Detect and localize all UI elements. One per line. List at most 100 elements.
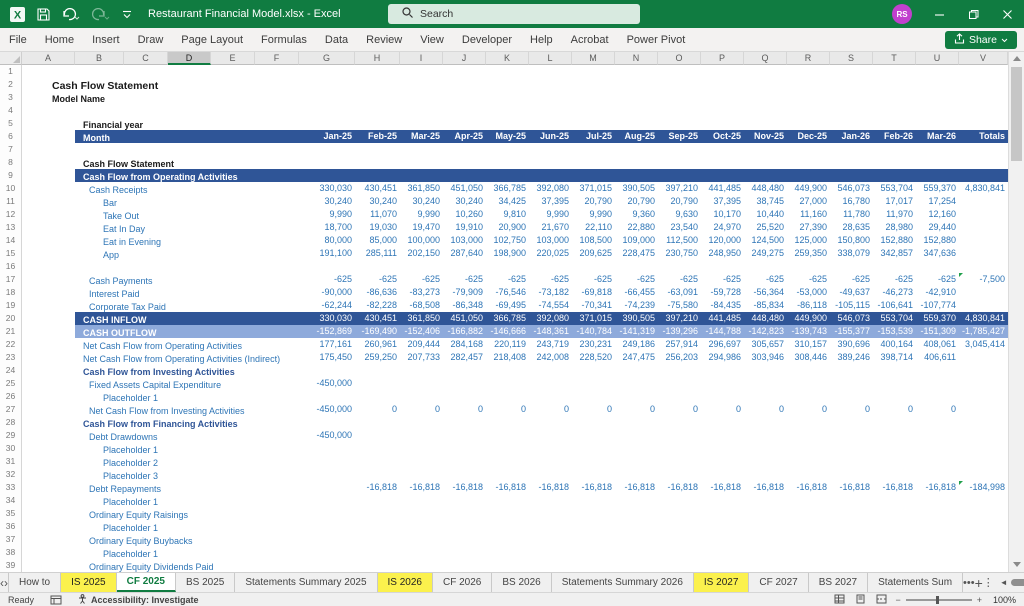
cell[interactable]: -16,818 — [658, 481, 701, 494]
cell[interactable] — [529, 91, 572, 104]
cell[interactable]: 21,670 — [529, 221, 572, 234]
cell[interactable] — [355, 507, 400, 520]
cell[interactable] — [701, 416, 744, 429]
cell[interactable]: 546,073 — [830, 312, 873, 325]
cell[interactable] — [787, 468, 830, 481]
cell[interactable]: -82,228 — [355, 299, 400, 312]
cell[interactable]: -625 — [299, 273, 355, 286]
cell[interactable]: 247,475 — [615, 351, 658, 364]
cell[interactable]: -16,818 — [486, 481, 529, 494]
cell[interactable]: Placeholder 2 — [22, 455, 299, 468]
cell[interactable] — [615, 91, 658, 104]
cell[interactable]: 0 — [873, 403, 916, 416]
cell[interactable] — [355, 169, 400, 182]
cell[interactable]: 296,697 — [701, 338, 744, 351]
cell[interactable]: -49,637 — [830, 286, 873, 299]
row-header[interactable]: 23 — [0, 351, 22, 364]
cell[interactable] — [529, 156, 572, 169]
cell[interactable] — [572, 533, 615, 546]
cell[interactable]: 150,800 — [830, 234, 873, 247]
cell[interactable] — [443, 559, 486, 572]
cell[interactable] — [400, 442, 443, 455]
cell[interactable] — [615, 78, 658, 91]
cell[interactable]: -139,743 — [787, 325, 830, 338]
cell[interactable] — [701, 546, 744, 559]
cell[interactable]: Cash Flow Statement — [22, 78, 299, 91]
zoom-out-button[interactable]: − — [895, 595, 900, 605]
column-header-V[interactable]: V — [959, 52, 1008, 65]
customize-quick-access-button[interactable] — [122, 9, 132, 19]
cell[interactable]: Take Out — [22, 208, 299, 221]
cell[interactable]: -450,000 — [299, 377, 355, 390]
sheet-tab-cf-2025[interactable]: CF 2025 — [116, 573, 176, 592]
cell[interactable] — [959, 195, 1008, 208]
cell[interactable] — [873, 143, 916, 156]
cell[interactable] — [299, 91, 355, 104]
cell[interactable] — [959, 429, 1008, 442]
cell[interactable]: 0 — [658, 403, 701, 416]
cell[interactable] — [830, 442, 873, 455]
cell[interactable]: 109,000 — [615, 234, 658, 247]
cell[interactable]: 80,000 — [299, 234, 355, 247]
search-input[interactable]: Search — [388, 4, 640, 24]
cell[interactable]: Feb-25 — [355, 130, 400, 143]
cell[interactable]: 20,900 — [486, 221, 529, 234]
cell[interactable]: 308,446 — [787, 351, 830, 364]
cell[interactable] — [744, 559, 787, 572]
cell[interactable]: 0 — [744, 403, 787, 416]
cell[interactable] — [572, 494, 615, 507]
cell[interactable] — [787, 416, 830, 429]
cell[interactable] — [701, 65, 744, 78]
cell[interactable]: 9,990 — [400, 208, 443, 221]
cell[interactable]: 9,990 — [572, 208, 615, 221]
cell[interactable]: 28,635 — [830, 221, 873, 234]
cell[interactable]: 449,900 — [787, 182, 830, 195]
cell[interactable] — [744, 65, 787, 78]
cell[interactable] — [22, 260, 299, 273]
cell[interactable] — [572, 520, 615, 533]
cell[interactable]: -16,818 — [787, 481, 830, 494]
cell[interactable] — [615, 468, 658, 481]
row-header[interactable]: 13 — [0, 221, 22, 234]
cell[interactable]: Jun-25 — [529, 130, 572, 143]
cell[interactable]: 103,000 — [443, 234, 486, 247]
cell[interactable]: Debt Repayments — [22, 481, 299, 494]
cell[interactable]: 209,444 — [400, 338, 443, 351]
ribbon-tab-acrobat[interactable]: Acrobat — [562, 28, 618, 51]
cell[interactable] — [615, 520, 658, 533]
cell[interactable]: 37,395 — [529, 195, 572, 208]
cell[interactable] — [443, 546, 486, 559]
cell[interactable] — [787, 364, 830, 377]
cell[interactable]: -625 — [355, 273, 400, 286]
cell[interactable]: 11,070 — [355, 208, 400, 221]
cell[interactable] — [916, 377, 959, 390]
vertical-scrollbar[interactable] — [1008, 52, 1024, 572]
cell[interactable] — [529, 169, 572, 182]
cell[interactable]: 17,017 — [873, 195, 916, 208]
cell[interactable] — [572, 468, 615, 481]
cell[interactable] — [873, 442, 916, 455]
cell[interactable] — [572, 377, 615, 390]
cell[interactable] — [615, 559, 658, 572]
cell[interactable] — [22, 312, 75, 325]
cell[interactable]: -153,539 — [873, 325, 916, 338]
cell[interactable] — [486, 156, 529, 169]
cell[interactable] — [572, 78, 615, 91]
ribbon-tab-insert[interactable]: Insert — [83, 28, 129, 51]
cell[interactable] — [787, 520, 830, 533]
cell[interactable] — [830, 78, 873, 91]
cell[interactable] — [572, 442, 615, 455]
cell[interactable] — [299, 442, 355, 455]
cell[interactable] — [572, 507, 615, 520]
cell[interactable]: 10,260 — [443, 208, 486, 221]
cell[interactable]: -148,361 — [529, 325, 572, 338]
cell[interactable]: 287,640 — [443, 247, 486, 260]
cell[interactable]: 230,231 — [572, 338, 615, 351]
cell[interactable] — [486, 104, 529, 117]
cell[interactable]: 392,080 — [529, 182, 572, 195]
cell[interactable] — [443, 143, 486, 156]
cell[interactable]: 27,000 — [787, 195, 830, 208]
cell[interactable] — [658, 91, 701, 104]
column-header-A[interactable]: A — [22, 52, 75, 65]
cell[interactable] — [916, 429, 959, 442]
